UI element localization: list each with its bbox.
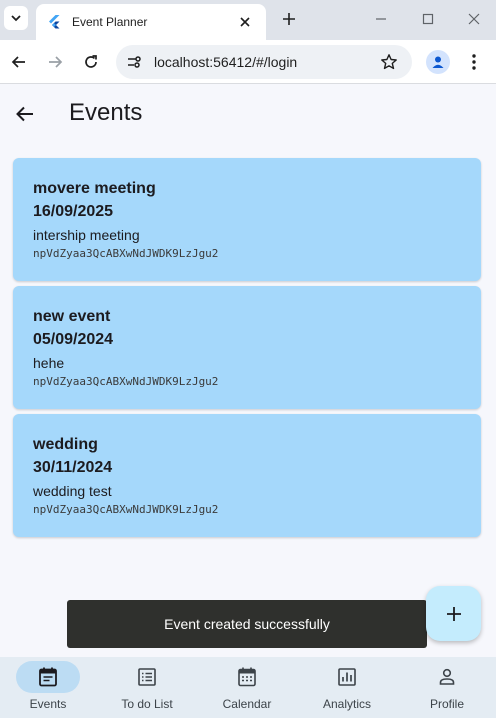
url-text: localhost:56412/#/login — [154, 54, 298, 70]
bookmark-star-icon[interactable] — [378, 51, 400, 73]
profile-icon — [439, 668, 455, 685]
maximize-window-button[interactable] — [414, 8, 442, 30]
calendar-icon — [238, 667, 256, 687]
tab-search-button[interactable] — [4, 6, 28, 30]
minimize-icon — [376, 18, 386, 20]
event-card[interactable]: movere meeting 16/09/2025 intership meet… — [13, 158, 481, 281]
nav-indicator — [115, 661, 179, 693]
browser-profile-button[interactable] — [426, 50, 450, 74]
event-name: new event — [33, 308, 111, 325]
events-icon — [39, 667, 57, 687]
nav-item-analytics[interactable]: Analytics — [299, 657, 395, 718]
event-description: intership meeting — [33, 227, 140, 243]
plus-icon — [283, 13, 295, 25]
nav-item-calendar[interactable]: Calendar — [199, 657, 295, 718]
browser-tab[interactable]: Event Planner — [36, 4, 266, 40]
nav-item-todo-list[interactable]: To do List — [99, 657, 195, 718]
event-card[interactable]: wedding 30/11/2024 wedding test npVdZyaa… — [13, 414, 481, 537]
nav-label: Profile — [429, 697, 464, 711]
nav-label: To do List — [121, 697, 173, 711]
nav-indicator — [415, 661, 479, 693]
tab-title: Event Planner — [72, 15, 148, 29]
nav-label: Calendar — [222, 697, 272, 711]
todo-list-icon — [138, 668, 156, 686]
nav-label: Analytics — [322, 697, 372, 711]
back-button[interactable] — [12, 101, 38, 127]
event-name: movere meeting — [33, 180, 156, 197]
close-tab-icon[interactable] — [240, 17, 260, 27]
event-description: hehe — [33, 355, 65, 371]
maximize-icon — [422, 13, 434, 25]
browser-forward-button[interactable] — [43, 50, 67, 74]
flutter-logo-icon — [49, 15, 60, 29]
app-bar: Events — [0, 85, 496, 143]
site-info-icon[interactable] — [124, 52, 144, 72]
close-window-button[interactable] — [460, 8, 488, 30]
snackbar: Event created successfully — [67, 600, 427, 648]
event-date: 30/11/2024 — [33, 459, 113, 476]
event-owner-id: npVdZyaa3QcABXwNdJWDK9LzJgu2 — [33, 503, 219, 516]
add-icon — [446, 606, 461, 621]
more-vert-icon — [472, 54, 476, 70]
add-event-button[interactable] — [426, 586, 481, 641]
nav-item-events[interactable]: Events — [0, 657, 96, 718]
reload-button[interactable] — [79, 50, 103, 74]
arrow-right-icon — [49, 56, 63, 68]
event-description: wedding test — [33, 483, 112, 499]
page-title: Events — [69, 99, 143, 126]
bottom-navigation-bar: Events To do List Calendar Analytics Pro… — [0, 657, 496, 718]
nav-indicator — [16, 661, 80, 693]
event-owner-id: npVdZyaa3QcABXwNdJWDK9LzJgu2 — [33, 375, 219, 388]
account-icon — [432, 56, 444, 68]
browser-toolbar: localhost:56412/#/login — [0, 40, 496, 84]
arrow-left-icon — [11, 56, 25, 68]
new-tab-button[interactable] — [278, 8, 300, 30]
snackbar-message: Event created successfully — [164, 616, 330, 632]
event-owner-id: npVdZyaa3QcABXwNdJWDK9LzJgu2 — [33, 247, 219, 260]
browser-menu-button[interactable] — [462, 50, 486, 74]
analytics-icon — [338, 668, 356, 686]
app-content: Events movere meeting 16/09/2025 intersh… — [0, 85, 496, 718]
arrow-back-icon — [16, 106, 33, 122]
chevron-down-icon — [11, 15, 21, 22]
nav-label: Events — [29, 697, 67, 711]
event-name: wedding — [33, 436, 98, 453]
minimize-window-button[interactable] — [367, 8, 395, 30]
reload-icon — [85, 55, 97, 68]
event-date: 05/09/2024 — [33, 331, 114, 348]
event-card[interactable]: new event 05/09/2024 hehe npVdZyaa3QcABX… — [13, 286, 481, 409]
nav-item-profile[interactable]: Profile — [399, 657, 495, 718]
event-date: 16/09/2025 — [33, 203, 114, 220]
nav-indicator — [315, 661, 379, 693]
nav-indicator — [215, 661, 279, 693]
address-bar[interactable]: localhost:56412/#/login — [116, 45, 412, 79]
browser-tab-strip: Event Planner — [0, 0, 496, 40]
close-icon — [468, 13, 480, 25]
browser-back-button[interactable] — [7, 50, 31, 74]
